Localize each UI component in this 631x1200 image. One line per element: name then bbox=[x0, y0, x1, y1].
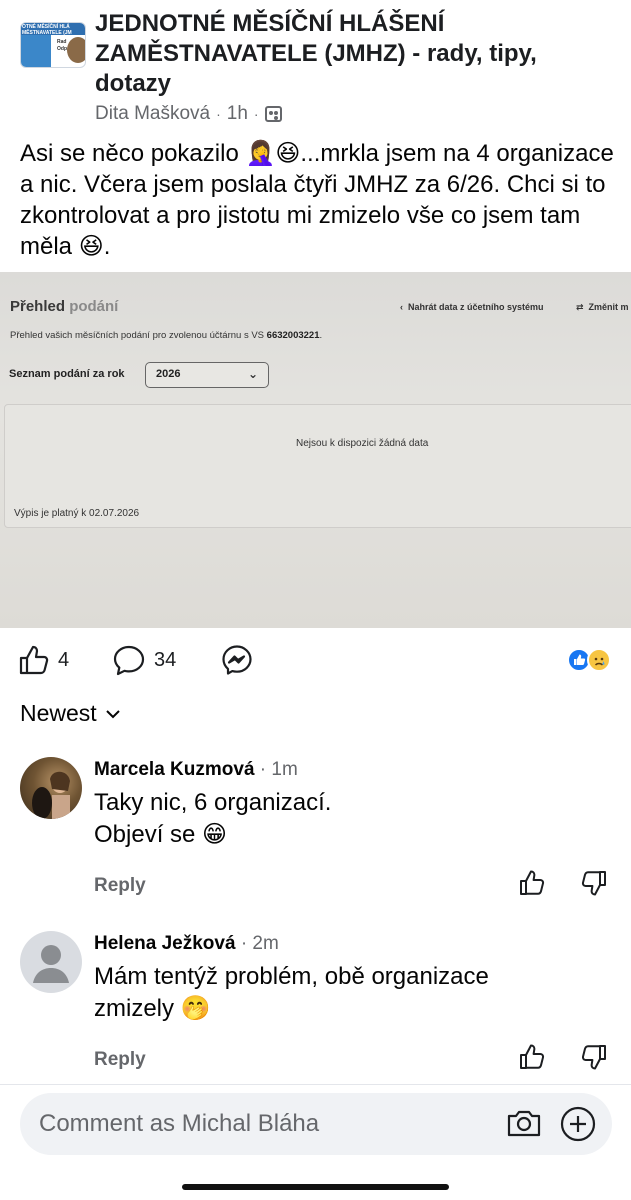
reply-button[interactable]: Reply bbox=[94, 875, 146, 897]
photo-nav-upload-label: Nahrát data z účetního systému bbox=[408, 302, 544, 312]
group-avatar-side-text: Rad Odp bbox=[57, 39, 67, 52]
comment-text-line-2: zmizely 🤭 bbox=[94, 995, 211, 1022]
avatar[interactable] bbox=[20, 757, 82, 819]
reply-button[interactable]: Reply bbox=[94, 1049, 146, 1071]
photo-nav-upload: ‹ Nahrát data z účetního systému bbox=[400, 302, 544, 312]
comment-sort-dropdown[interactable]: Newest bbox=[20, 700, 121, 727]
like-count: 4 bbox=[58, 648, 70, 671]
thumbs-up-icon bbox=[19, 645, 49, 675]
post-time[interactable]: 1h bbox=[227, 103, 248, 125]
comment-author[interactable]: Helena Ježková bbox=[94, 933, 236, 954]
thumbs-up-icon[interactable] bbox=[518, 1043, 546, 1071]
post-text: Asi se něco pokazilo 🤦‍♀️😆...mrkla jsem … bbox=[20, 140, 614, 260]
comment-input-placeholder: Comment as Michal Bláha bbox=[39, 1110, 320, 1137]
meta-separator: · bbox=[216, 106, 221, 122]
photo-title-faded: podání bbox=[69, 298, 119, 315]
group-icon bbox=[264, 106, 282, 122]
messenger-share-button[interactable] bbox=[221, 644, 253, 676]
meta-separator-2: · bbox=[253, 106, 259, 122]
like-button[interactable]: 4 bbox=[18, 644, 69, 676]
photo-page-title: Přehled podání bbox=[10, 298, 118, 315]
sad-reaction-icon bbox=[587, 648, 611, 672]
photo-description-suffix: . bbox=[319, 330, 323, 341]
comment-icon bbox=[113, 645, 145, 676]
comment-count: 34 bbox=[154, 648, 177, 671]
messenger-icon bbox=[222, 645, 252, 675]
comment-time: · 2m bbox=[240, 933, 279, 954]
group-avatar-photo bbox=[67, 37, 85, 63]
comment-header: Helena Ježková · 2m bbox=[94, 933, 279, 955]
photo-no-data: Nejsou k dispozici žádná data bbox=[296, 438, 429, 449]
photo-year-label: Seznam podání za rok bbox=[9, 368, 125, 380]
thumbs-up-icon[interactable] bbox=[518, 869, 546, 897]
comment-time-value: 2m bbox=[252, 933, 279, 954]
post-meta: Dita Mašková · 1h · bbox=[95, 103, 282, 125]
group-avatar-banner-text: OTNÉ MĚSÍČNÍ HLÁ MĚSTNAVATELE (JM bbox=[21, 23, 85, 35]
photo-valid-until: Výpis je platný k 02.07.2026 bbox=[14, 508, 140, 519]
post-photo[interactable]: Přehled podání ‹ Nahrát data z účetního … bbox=[0, 272, 631, 628]
comment-text-line-1: Taky nic, 6 organizací. bbox=[94, 789, 332, 816]
add-icon[interactable] bbox=[559, 1105, 597, 1143]
photo-title-main: Přehled bbox=[10, 298, 70, 315]
home-indicator bbox=[182, 1184, 449, 1190]
photo-nav-change-label: Změnit m bbox=[588, 302, 629, 312]
chevron-down-icon bbox=[105, 709, 120, 718]
chevron-down-icon: ⌄ bbox=[247, 367, 258, 381]
comment-button[interactable]: 34 bbox=[112, 644, 176, 676]
comment-text-line-2: Objeví se 😁 bbox=[94, 821, 228, 848]
avatar[interactable] bbox=[20, 931, 82, 993]
post-header: OTNÉ MĚSÍČNÍ HLÁ MĚSTNAVATELE (JM Rad Od… bbox=[0, 0, 631, 130]
comment-text-line-1: Mám tentýž problém, obě organizace bbox=[94, 963, 489, 990]
photo-year-select: 2026 ⌄ bbox=[145, 362, 269, 388]
comment-author[interactable]: Marcela Kuzmová bbox=[94, 759, 255, 780]
comment-header: Marcela Kuzmová · 1m bbox=[94, 759, 298, 781]
photo-description-prefix: Přehled vašich měsíčních podání pro zvol… bbox=[10, 330, 267, 341]
comment-time: · 1m bbox=[259, 759, 298, 780]
reaction-summary[interactable] bbox=[567, 646, 615, 674]
comment-input[interactable]: Comment as Michal Bláha bbox=[20, 1093, 612, 1155]
thumbs-down-icon[interactable] bbox=[580, 1043, 608, 1071]
sort-label: Newest bbox=[20, 700, 97, 726]
post-author[interactable]: Dita Mašková bbox=[95, 103, 210, 125]
group-name[interactable]: JEDNOTNÉ MĚSÍČNÍ HLÁŠENÍ ZAMĚSTNAVATELE … bbox=[95, 9, 615, 99]
comment-time-value: 1m bbox=[271, 759, 298, 780]
photo-nav-change: ⇄ Změnit m bbox=[576, 302, 629, 312]
group-avatar[interactable]: OTNÉ MĚSÍČNÍ HLÁ MĚSTNAVATELE (JM Rad Od… bbox=[20, 22, 86, 68]
camera-icon[interactable] bbox=[506, 1107, 542, 1139]
post-actions: 4 34 bbox=[0, 640, 631, 680]
photo-description: Přehled vašich měsíčních podání pro zvol… bbox=[10, 330, 322, 341]
photo-year-value: 2026 bbox=[156, 368, 181, 380]
thumbs-down-icon[interactable] bbox=[580, 869, 608, 897]
photo-description-vs: 6632003221 bbox=[266, 330, 320, 341]
